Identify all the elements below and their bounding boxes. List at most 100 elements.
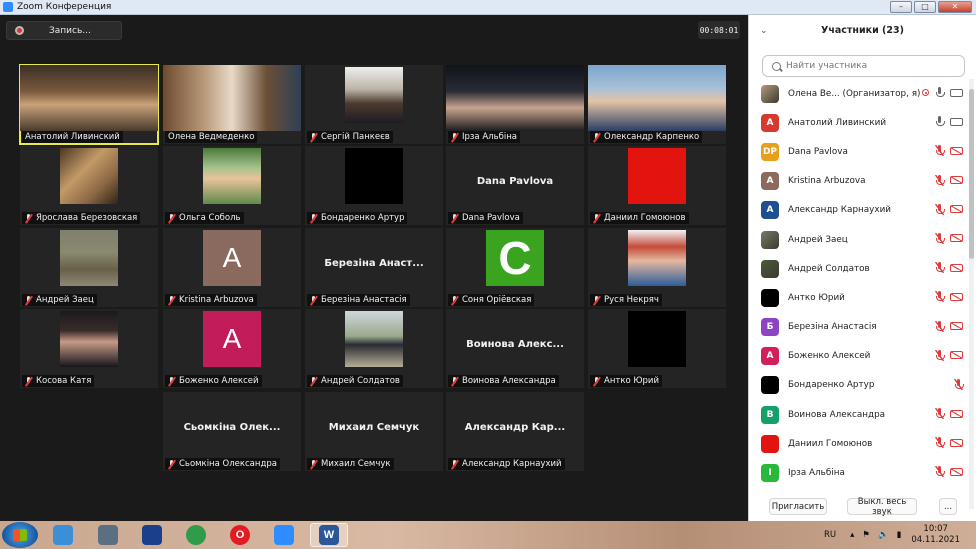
participant-row[interactable]: Андрей Заец [749, 225, 969, 254]
video-tile[interactable]: Руся Некряч [588, 228, 726, 307]
minimize-button[interactable]: – [890, 1, 912, 13]
close-button[interactable]: ✕ [938, 1, 972, 13]
participant-row[interactable]: B Воинова Александра [749, 400, 969, 429]
participant-status-icons [935, 291, 963, 303]
participant-row[interactable]: A Александр Карнаухий [749, 196, 969, 225]
video-tile[interactable]: Олександр Карпенко [588, 65, 726, 144]
mic-icon[interactable] [935, 87, 945, 98]
avatar: Б [761, 318, 779, 337]
video-tile[interactable]: Михаил Семчук Михаил Семчук [305, 392, 443, 471]
video-tile[interactable]: Воинова Алекс... Воинова Александра [446, 309, 584, 388]
participant-row[interactable]: Бондаренко Артур [749, 371, 969, 400]
participant-display-name: Воинова Алекс... [466, 339, 564, 350]
participant-row[interactable]: A Анатолий Ливинский [749, 108, 969, 137]
taskbar-windows-explorer[interactable] [44, 523, 82, 547]
camera-off-icon [950, 146, 963, 155]
camera-off-icon [950, 176, 963, 185]
mic-muted-icon[interactable] [935, 174, 945, 186]
mic-muted-icon[interactable] [935, 437, 945, 449]
avatar: A [761, 201, 779, 220]
participant-name: Андрей Заец [788, 234, 848, 245]
participant-name-label: Ярослава Березовская [22, 212, 141, 224]
panel-title: Участники (23) [821, 25, 904, 36]
taskbar-zoom[interactable] [265, 523, 303, 547]
video-tile[interactable]: A Боженко Алексей [163, 309, 301, 388]
video-tile[interactable]: Александр Кар... Александр Карнаухий [446, 392, 584, 471]
tray-arrow-icon[interactable]: ▴ [850, 530, 854, 540]
participant-row[interactable]: DP Dana Pavlova [749, 137, 969, 166]
mic-muted-icon[interactable] [935, 291, 945, 303]
taskbar-media-center[interactable] [89, 523, 127, 547]
muted-mic-icon [25, 376, 32, 386]
participant-list-scrollbar[interactable] [969, 79, 974, 509]
video-tile[interactable]: Бондаренко Артур [305, 146, 443, 225]
participant-photo [60, 230, 118, 286]
mute-all-button[interactable]: Выкл. весь звук [847, 497, 917, 517]
video-tile[interactable]: Ярослава Березовская [20, 146, 158, 225]
mic-muted-icon[interactable] [935, 349, 945, 361]
search-input[interactable] [786, 61, 956, 71]
camera-off-icon [950, 409, 963, 418]
mic-muted-icon[interactable] [935, 466, 945, 478]
participant-row[interactable]: Антко Юрий [749, 283, 969, 312]
video-tile[interactable]: Ольга Соболь [163, 146, 301, 225]
muted-mic-icon [451, 295, 458, 305]
participant-name-label: Анатолий Ливинский [22, 131, 123, 143]
maximize-button[interactable]: □ [914, 1, 936, 13]
start-button[interactable] [2, 522, 38, 548]
network-icon[interactable]: ⚑ [862, 530, 870, 540]
video-tile[interactable]: Березіна Анаст... Березіна Анастасія [305, 228, 443, 307]
mic-muted-icon[interactable] [935, 232, 945, 244]
participant-status-icons [935, 466, 963, 478]
mic-muted-icon[interactable] [935, 408, 945, 420]
video-tile[interactable]: Андрей Солдатов [305, 309, 443, 388]
participant-row[interactable]: Б Березіна Анастасія [749, 313, 969, 342]
video-tile[interactable]: C Соня Оріёвская [446, 228, 584, 307]
mic-muted-icon[interactable] [935, 262, 945, 274]
taskbar-chrome[interactable] [177, 523, 215, 547]
record-button[interactable]: Запись... [6, 21, 122, 40]
participant-search[interactable] [762, 55, 965, 77]
video-tile[interactable]: Dana Pavlova Dana Pavlova [446, 146, 584, 225]
mic-muted-icon[interactable] [935, 145, 945, 157]
avatar: A [761, 172, 779, 191]
mic-icon[interactable] [935, 116, 945, 127]
invite-button[interactable]: Пригласить [769, 498, 827, 515]
participant-row[interactable]: Даниил Гомоюнов [749, 429, 969, 458]
signal-icon[interactable]: ▮ [897, 530, 902, 540]
participant-video [20, 65, 158, 131]
video-tile[interactable]: Антко Юрий [588, 309, 726, 388]
participant-name: Даниил Гомоюнов [788, 438, 873, 449]
participant-photo [60, 148, 118, 204]
taskbar-word[interactable]: W [310, 523, 348, 547]
taskbar-opera[interactable]: O [221, 523, 259, 547]
video-tile[interactable]: Сьомкіна Олек... Сьомкіна Олександра [163, 392, 301, 471]
mic-muted-icon[interactable] [935, 320, 945, 332]
mic-muted-icon[interactable] [954, 378, 964, 390]
participant-row[interactable]: A Kristina Arbuzova [749, 167, 969, 196]
video-tile[interactable]: Сергій Панкеєв [305, 65, 443, 144]
video-tile[interactable]: Олена Ведмеденко [163, 65, 301, 144]
volume-icon[interactable]: 🔈 [878, 530, 889, 540]
mic-muted-icon[interactable] [935, 203, 945, 215]
participant-row[interactable]: I Ірза Альбіна [749, 458, 969, 487]
more-button[interactable]: ... [939, 498, 957, 515]
clock[interactable]: 10:07 04.11.2021 [911, 524, 960, 546]
video-tile[interactable]: A Kristina Arbuzova [163, 228, 301, 307]
video-tile[interactable]: Ірза Альбіна [446, 65, 584, 144]
video-tile[interactable]: Андрей Заец [20, 228, 158, 307]
participant-row[interactable]: Олена Ве... (Организатор, я) [749, 79, 969, 108]
participant-row[interactable]: A Боженко Алексей [749, 342, 969, 371]
participant-row[interactable]: Андрей Солдатов [749, 254, 969, 283]
participant-name: Ольга Соболь [179, 213, 241, 223]
video-tile[interactable]: Анатолий Ливинский [19, 64, 159, 145]
participant-status-icons [935, 408, 963, 420]
video-tile[interactable]: Косова Катя [20, 309, 158, 388]
taskbar-save-disk[interactable] [133, 523, 171, 547]
record-icon [15, 26, 24, 35]
video-tile[interactable]: Даниил Гомоюнов [588, 146, 726, 225]
participant-name: Березіна Анастасія [321, 295, 407, 305]
language-indicator[interactable]: RU [824, 530, 836, 540]
window-title: Zoom Конференция [17, 2, 112, 12]
muted-mic-icon [168, 295, 175, 305]
